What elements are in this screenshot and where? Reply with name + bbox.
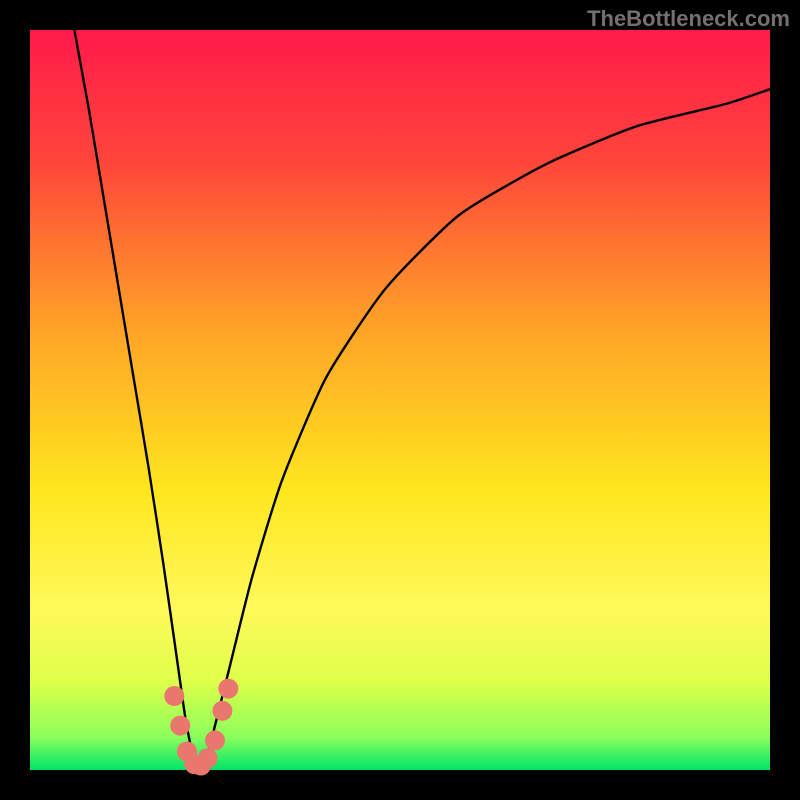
highlight-stamp: [205, 730, 225, 750]
highlight-stamp: [164, 686, 184, 706]
highlight-stamp: [218, 679, 238, 699]
gradient-plot-area: [30, 30, 770, 770]
chart-stage: { "attribution": "TheBottleneck.com", "c…: [0, 0, 800, 800]
highlight-stamp: [198, 748, 218, 768]
bottleneck-chart: [0, 0, 800, 800]
highlight-stamp: [170, 716, 190, 736]
attribution-label: TheBottleneck.com: [587, 6, 790, 32]
highlight-stamp: [212, 701, 232, 721]
